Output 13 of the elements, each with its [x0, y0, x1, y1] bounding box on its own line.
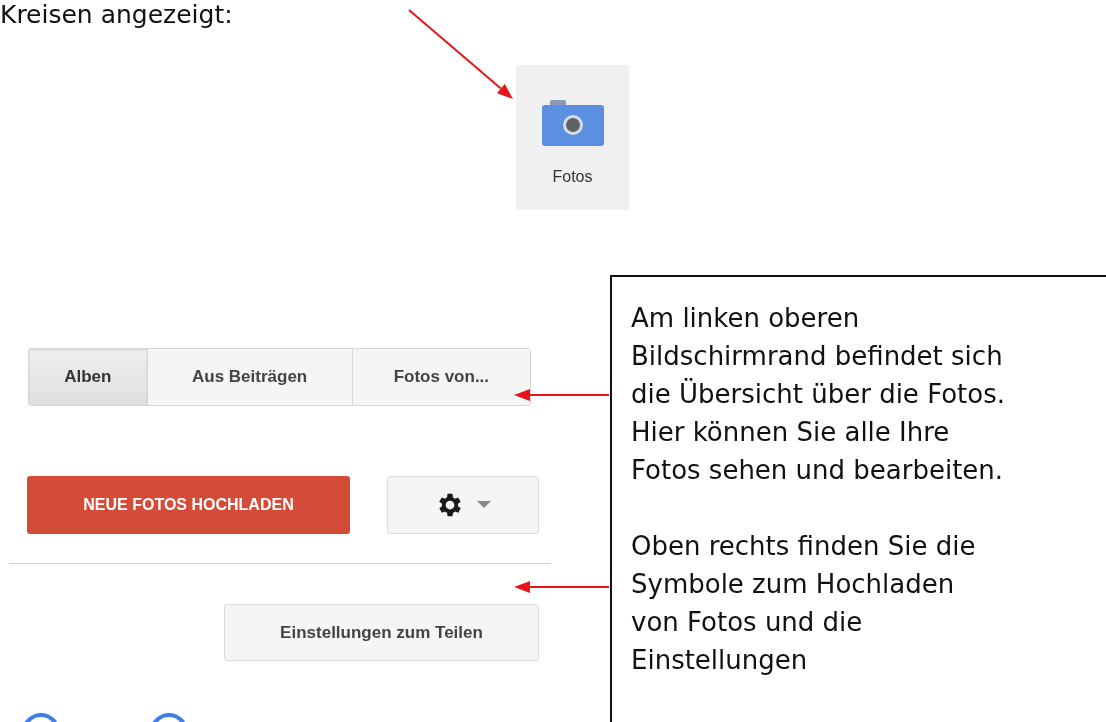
callout-paragraph: Oben rechts finden Sie die Symbole zum Hochladen von Fotos und die Einstellungen: [631, 530, 977, 677]
photos-label: Fotos: [552, 168, 593, 186]
caret-icon: [477, 501, 491, 509]
tab[interactable]: Alben: [29, 349, 148, 405]
upload-button[interactable]: NEUE FOTOS HOCHLADEN: [27, 476, 350, 534]
tab[interactable]: Aus Beiträgen: [147, 349, 353, 405]
intro-text: Kreisen angezeigt:: [0, 0, 233, 30]
settings-button[interactable]: [387, 476, 539, 534]
camera-icon: [541, 100, 604, 146]
callout-paragraph: Am linken oberen Bildschirmrand befindet sich die Übersicht über die Fotos. Hier können Sie alle Ihre Fotos sehen und bearbeiten.: [631, 302, 1006, 487]
photos-tile[interactable]: Fotos: [516, 65, 629, 210]
share-settings-button[interactable]: Einstellungen zum Teilen: [224, 604, 539, 661]
tab[interactable]: Fotos von...: [352, 349, 530, 405]
